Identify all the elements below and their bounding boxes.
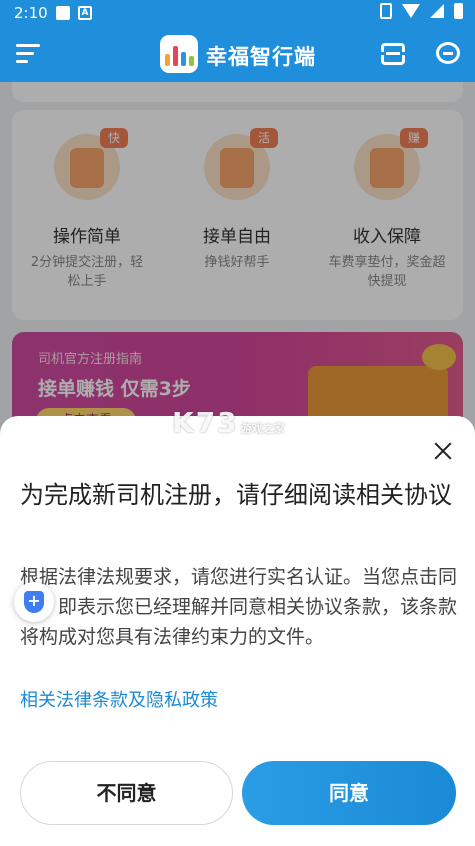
shield-icon: + bbox=[24, 591, 44, 613]
vibrate-icon bbox=[380, 3, 392, 19]
app-title: 幸福智行端 bbox=[206, 45, 316, 69]
notification-square-icon bbox=[56, 6, 70, 20]
close-icon[interactable] bbox=[430, 438, 456, 464]
notification-a-icon: A bbox=[78, 6, 92, 20]
wifi-icon bbox=[402, 4, 420, 18]
security-shield-button[interactable]: + bbox=[14, 582, 54, 622]
app-header: 幸福智行端 bbox=[0, 28, 475, 82]
privacy-policy-link[interactable]: 相关法律条款及隐私政策 bbox=[20, 686, 218, 712]
chat-icon[interactable] bbox=[436, 42, 460, 64]
dialog-title: 为完成新司机注册，请仔细阅读相关协议 bbox=[20, 481, 452, 509]
watermark-text: K73 bbox=[172, 406, 239, 439]
dialog-body: 根据法律法规要求，请您进行实名认证。当您点击同意，即表示您已经理解并同意相关协议… bbox=[20, 566, 458, 648]
app-logo-icon bbox=[160, 35, 198, 73]
status-bar: 2:10 A bbox=[0, 0, 475, 28]
battery-icon bbox=[454, 3, 463, 19]
watermark: K73 游戏之家 bbox=[172, 406, 285, 439]
menu-icon[interactable] bbox=[16, 44, 40, 64]
agree-button[interactable]: 同意 bbox=[242, 761, 456, 825]
scan-icon[interactable] bbox=[378, 43, 408, 65]
watermark-sub: 游戏之家 bbox=[240, 422, 285, 435]
agreement-dialog: 为完成新司机注册，请仔细阅读相关协议 根据法律法规要求，请您进行实名认证。当您点… bbox=[0, 416, 475, 846]
signal-icon bbox=[430, 4, 444, 18]
decline-button[interactable]: 不同意 bbox=[20, 761, 233, 825]
status-time: 2:10 bbox=[14, 4, 48, 22]
